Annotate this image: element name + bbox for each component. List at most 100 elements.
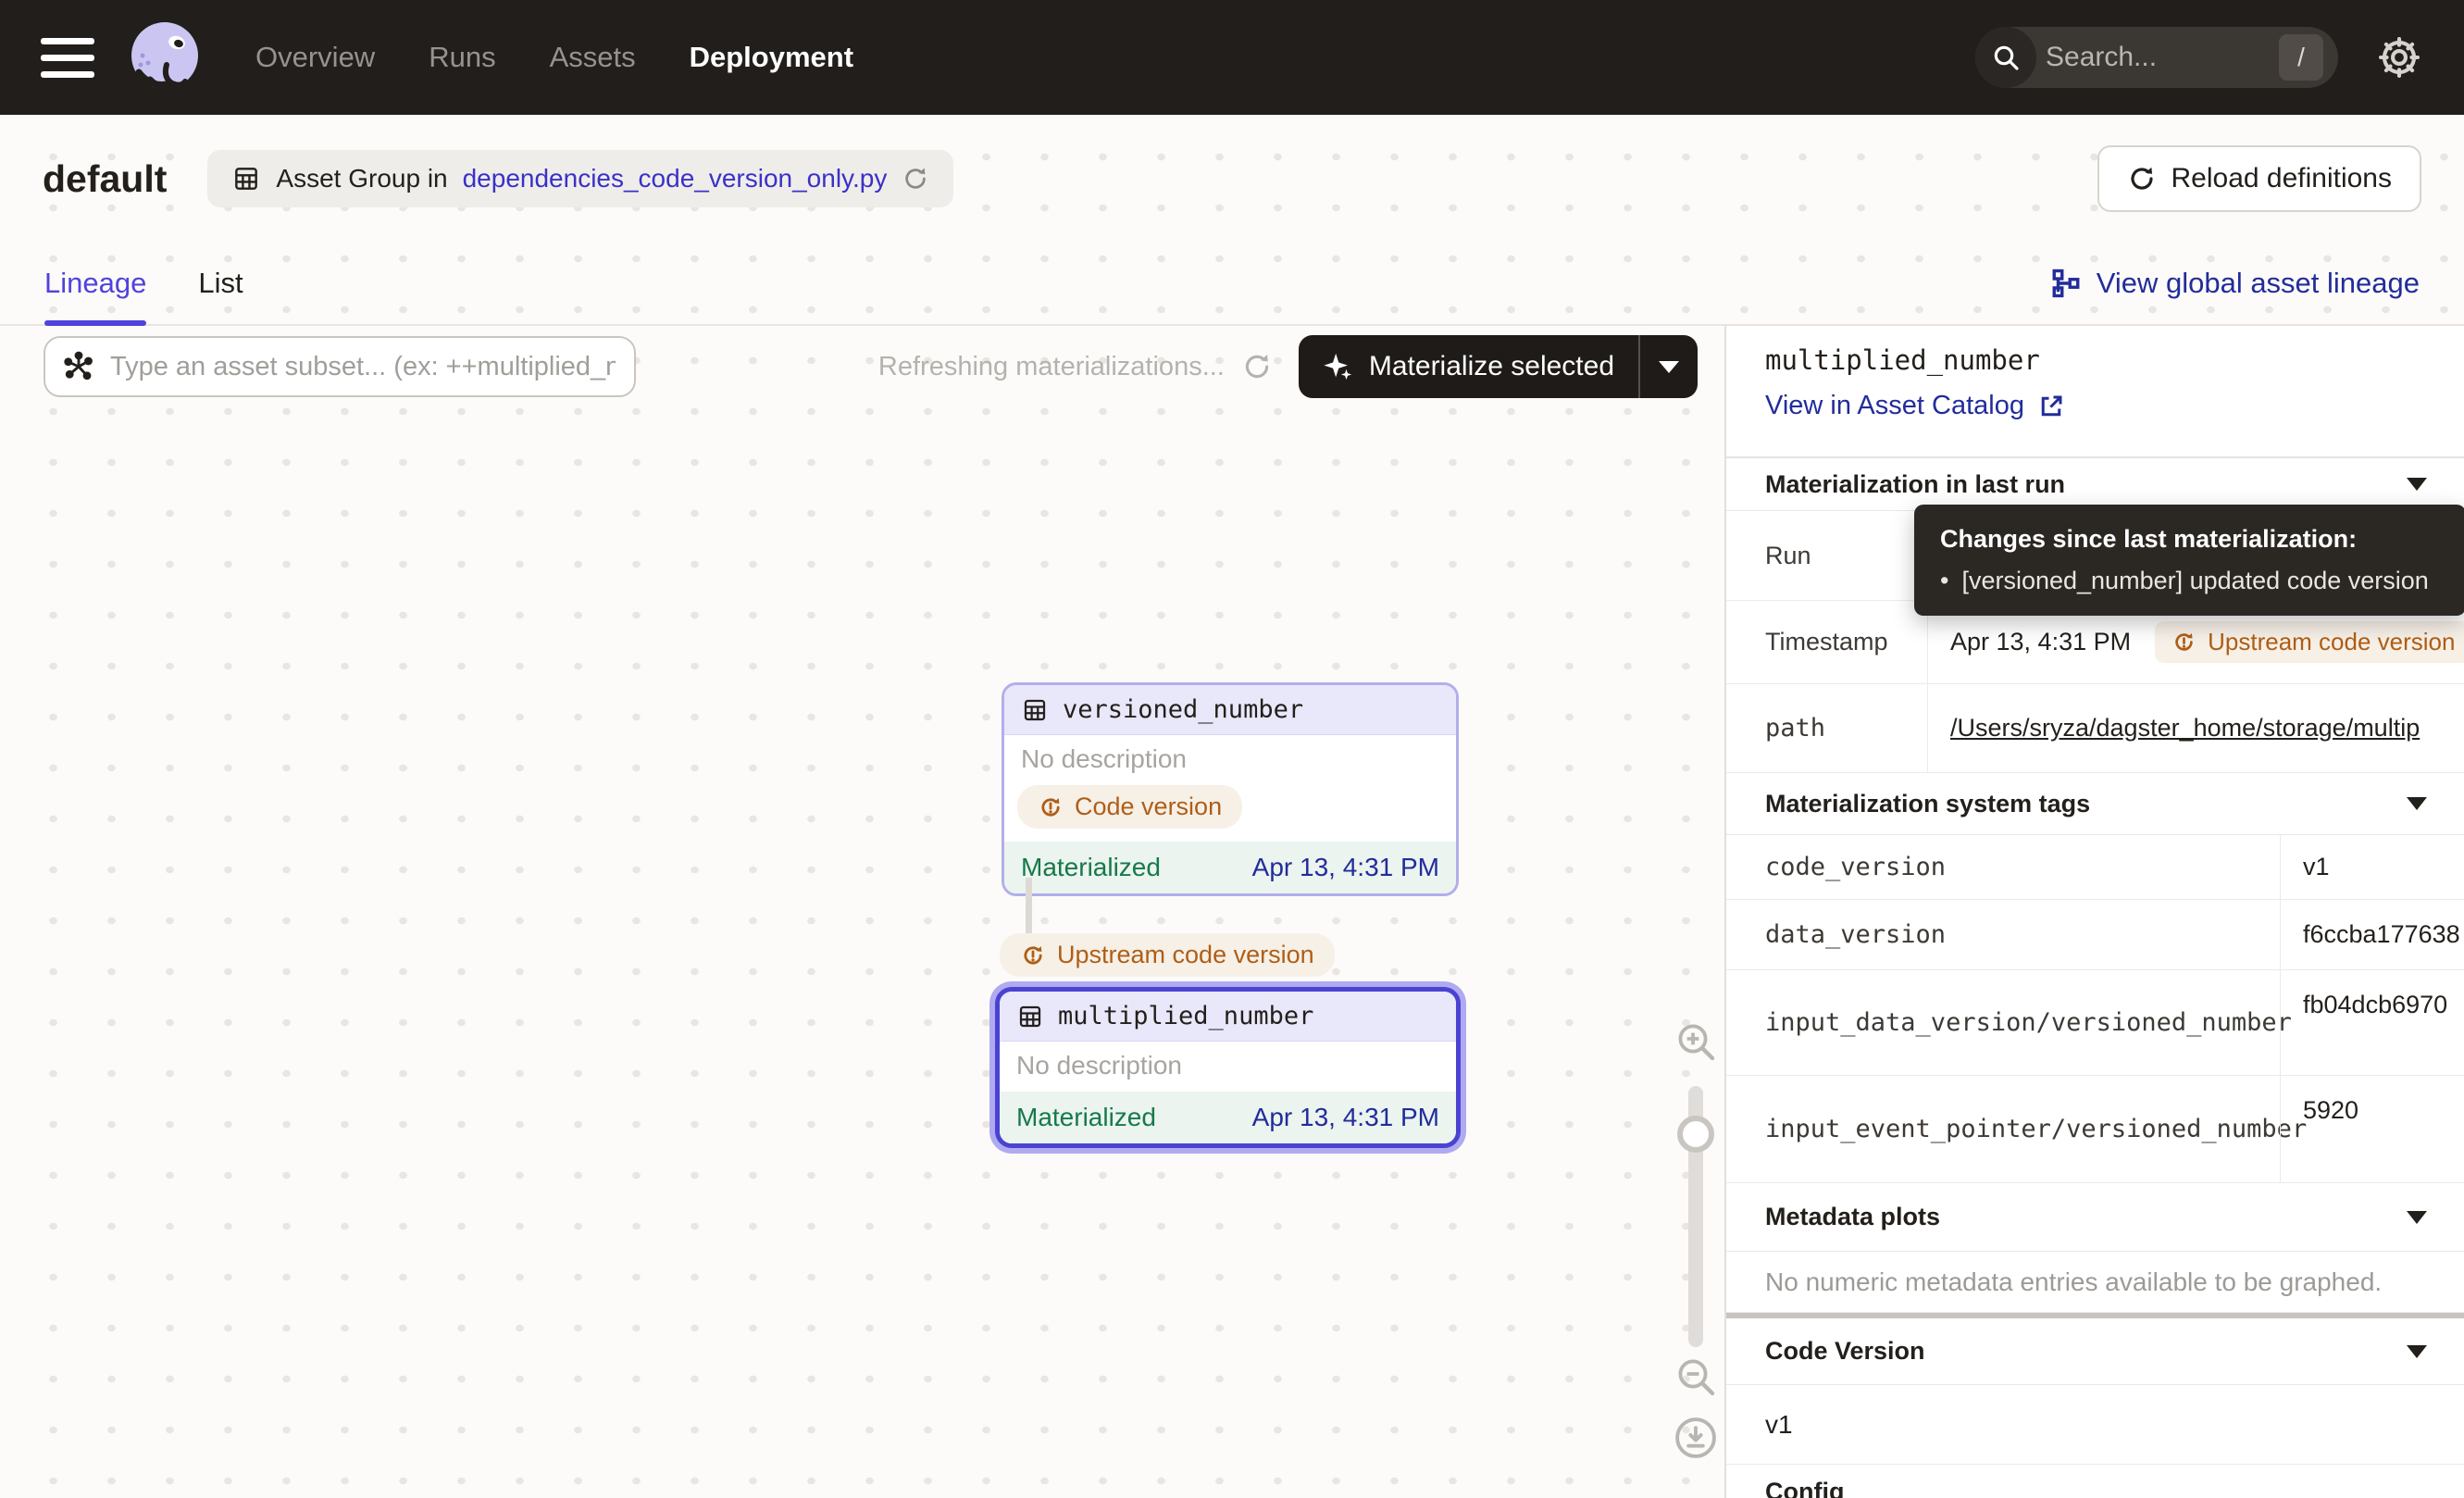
code-version-value: v1	[1726, 1385, 2464, 1465]
zoom-in-icon[interactable]	[1674, 1019, 1718, 1064]
lineage-canvas[interactable]: Refreshing materializations... Materiali…	[0, 326, 1724, 1498]
section-config[interactable]: Config	[1726, 1465, 2464, 1498]
row-path: path /Users/sryza/dagster_home/storage/m…	[1726, 684, 2464, 773]
table-icon	[1021, 696, 1049, 724]
page-content: default Asset Group in dependencies_code…	[0, 115, 2464, 1498]
reload-definitions-label: Reload definitions	[2172, 163, 2393, 194]
row-label: Timestamp	[1726, 601, 1927, 683]
asset-badges: Code version	[1004, 780, 1456, 842]
page-title: default	[43, 157, 167, 201]
table-icon	[1016, 1003, 1044, 1030]
system-tag-row: input_event_pointer/versioned_number 592…	[1726, 1076, 2464, 1183]
code-version-badge[interactable]: Code version	[1017, 785, 1242, 829]
nav-item-assets[interactable]: Assets	[550, 41, 636, 74]
asset-name: multiplied_number	[1058, 1002, 1313, 1030]
path-link[interactable]: /Users/sryza/dagster_home/storage/multip	[1950, 714, 2420, 743]
reload-definitions-button[interactable]: Reload definitions	[2097, 145, 2422, 212]
asset-node-versioned-number[interactable]: versioned_number No description Code ver…	[1002, 682, 1459, 896]
asset-node-header: versioned_number	[1004, 685, 1456, 735]
graph-query-icon	[62, 350, 95, 383]
tag-key: input_event_pointer/versioned_number	[1726, 1076, 2280, 1182]
system-tag-row: input_data_version/versioned_number fb04…	[1726, 970, 2464, 1076]
nav-item-overview[interactable]: Overview	[255, 41, 375, 74]
chevron-down-icon	[2407, 797, 2427, 810]
hamburger-menu-icon[interactable]	[41, 38, 94, 78]
breadcrumb: Asset Group in dependencies_code_version…	[207, 150, 953, 207]
breadcrumb-prefix: Asset Group in	[276, 164, 447, 193]
tooltip-title: Changes since last materialization:	[1940, 525, 2440, 554]
tag-value: f6ccba177638	[2280, 900, 2464, 969]
refresh-icon[interactable]	[1241, 351, 1273, 382]
tab-list[interactable]: List	[198, 243, 243, 324]
tooltip-item: [versioned_number] updated code version	[1940, 567, 2440, 595]
section-code-version[interactable]: Code Version	[1726, 1318, 2464, 1385]
tag-key: input_data_version/versioned_number	[1726, 970, 2280, 1075]
gear-icon[interactable]	[2375, 33, 2423, 81]
timestamp-value[interactable]: Apr 13, 4:31 PM	[1950, 628, 2131, 656]
refresh-alert-icon	[1020, 942, 1046, 968]
chevron-down-icon	[2407, 478, 2427, 491]
reload-location-icon[interactable]	[902, 165, 929, 193]
nav-item-deployment[interactable]: Deployment	[690, 41, 853, 74]
section-metadata-plots[interactable]: Metadata plots	[1726, 1183, 2464, 1252]
download-graph-icon[interactable]	[1672, 1414, 1720, 1462]
tab-lineage[interactable]: Lineage	[44, 243, 146, 324]
asset-status-row: Materialized Apr 13, 4:31 PM	[1004, 842, 1456, 893]
system-tag-row: data_version f6ccba177638	[1726, 900, 2464, 970]
selected-asset-name: multiplied_number	[1765, 344, 2464, 376]
row-label: Run	[1726, 511, 1927, 600]
zoom-slider-handle[interactable]	[1677, 1116, 1714, 1153]
sparkle-icon	[1323, 351, 1354, 382]
materialization-timestamp-link[interactable]: Apr 13, 4:31 PM	[1252, 1103, 1439, 1132]
asset-subset-input[interactable]	[108, 351, 617, 383]
asset-subset-filter[interactable]	[44, 336, 636, 397]
materialization-timestamp-link[interactable]: Apr 13, 4:31 PM	[1252, 853, 1439, 882]
section-materialization-in-last-run[interactable]: Materialization in last run	[1726, 458, 2464, 511]
chevron-down-icon	[2407, 1345, 2427, 1358]
materialize-dropdown-button[interactable]	[1640, 335, 1698, 398]
view-in-asset-catalog-link[interactable]: View in Asset Catalog	[1765, 391, 2065, 421]
global-search[interactable]: /	[1975, 27, 2338, 88]
asset-name: versioned_number	[1063, 695, 1303, 724]
asset-status-row: Materialized Apr 13, 4:31 PM	[1000, 1092, 1456, 1143]
asset-details-panel: multiplied_number View in Asset Catalog …	[1724, 326, 2464, 1498]
caret-down-icon	[1659, 361, 1679, 373]
panel-header: multiplied_number View in Asset Catalog	[1726, 326, 2464, 458]
upstream-code-version-badge[interactable]: Upstream code version	[1000, 933, 1335, 977]
nav-item-runs[interactable]: Runs	[429, 41, 495, 74]
refresh-alert-icon	[1038, 794, 1064, 820]
asset-node-multiplied-number[interactable]: multiplied_number No description Materia…	[995, 987, 1461, 1148]
asset-description: No description	[1004, 735, 1456, 780]
refreshing-status: Refreshing materializations...	[878, 351, 1273, 382]
dagster-logo-icon[interactable]	[126, 19, 204, 96]
lineage-graph-icon	[2050, 268, 2082, 299]
view-global-asset-lineage-link[interactable]: View global asset lineage	[2050, 267, 2420, 300]
asset-group-icon	[231, 164, 261, 193]
tag-value: v1	[2280, 835, 2464, 899]
refresh-alert-icon	[2172, 630, 2196, 655]
search-input[interactable]	[2036, 42, 2279, 73]
asset-description: No description	[1000, 1042, 1456, 1092]
chevron-down-icon	[2407, 1211, 2427, 1224]
row-label: path	[1726, 684, 1927, 772]
tag-key: data_version	[1726, 900, 2280, 969]
view-tabs: Lineage List View global asset lineage	[0, 243, 2464, 326]
search-shortcut-badge: /	[2279, 34, 2323, 81]
tag-key: code_version	[1726, 835, 2280, 899]
lineage-toolbar: Refreshing materializations... Materiali…	[0, 335, 1724, 398]
page-header: default Asset Group in dependencies_code…	[0, 115, 2464, 243]
changes-tooltip: Changes since last materialization: [ver…	[1914, 505, 2464, 616]
section-materialization-system-tags[interactable]: Materialization system tags	[1726, 773, 2464, 835]
zoom-out-icon[interactable]	[1674, 1354, 1718, 1399]
materialized-status: Materialized	[1021, 853, 1161, 882]
reload-icon	[2127, 164, 2157, 193]
tag-value: fb04dcb6970	[2280, 970, 2464, 1075]
asset-node-header: multiplied_number	[1000, 992, 1456, 1042]
top-nav: Overview Runs Assets Deployment /	[0, 0, 2464, 115]
tag-value: 5920	[2280, 1076, 2464, 1182]
upstream-code-version-badge[interactable]: Upstream code version	[2155, 621, 2464, 663]
materialize-selected-button[interactable]: Materialize selected	[1299, 335, 1638, 398]
code-location-link[interactable]: dependencies_code_version_only.py	[463, 164, 888, 193]
metadata-plots-empty-message: No numeric metadata entries available to…	[1726, 1252, 2464, 1313]
materialized-status: Materialized	[1016, 1103, 1156, 1132]
